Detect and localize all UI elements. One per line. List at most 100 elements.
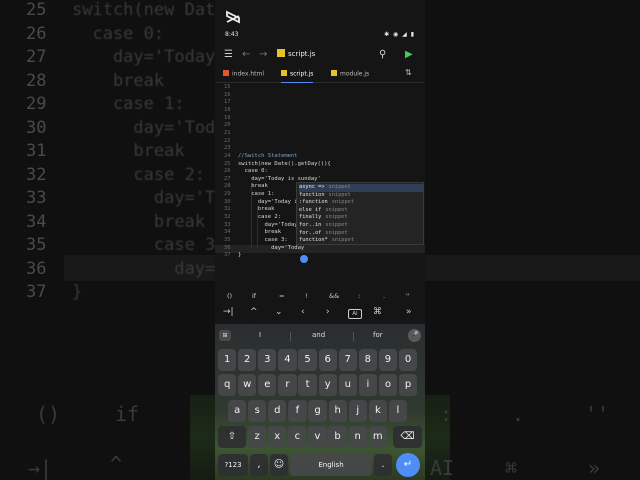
autocomplete-item[interactable]: for..in snippet <box>299 222 423 230</box>
letter-key[interactable]: u <box>338 374 357 396</box>
letter-key[interactable]: m <box>368 426 387 448</box>
symbol-key[interactable]: . <box>383 292 385 300</box>
nav-key[interactable]: →| <box>223 307 234 317</box>
autocomplete-detail: snippet <box>325 214 348 221</box>
number-key[interactable]: 9 <box>378 349 398 371</box>
letter-key[interactable]: o <box>378 374 398 396</box>
nav-key[interactable]: ‹ <box>301 307 305 317</box>
letter-key[interactable]: q <box>218 374 237 396</box>
letter-key[interactable]: l <box>388 400 408 422</box>
symbol-key[interactable]: = <box>279 292 284 300</box>
letter-key[interactable]: a <box>228 400 247 422</box>
letter-key[interactable]: n <box>348 426 367 448</box>
letter-key[interactable]: c <box>288 426 307 448</box>
number-key[interactable]: 5 <box>298 349 317 371</box>
suggestion[interactable]: and <box>312 331 325 339</box>
nav-key[interactable]: › <box>326 307 330 317</box>
status-time: 8:43 <box>225 31 239 38</box>
backspace-key[interactable]: ⌫ <box>393 426 422 448</box>
letter-key[interactable]: k <box>368 400 387 422</box>
letter-key[interactable]: y <box>318 374 337 396</box>
text-cursor-handle[interactable] <box>300 255 308 263</box>
suggestion-strip: ⊞ I and for 🎤 <box>215 328 425 344</box>
code-line: } <box>238 252 242 259</box>
letter-key[interactable]: w <box>238 374 257 396</box>
tab-script-js[interactable]: script.js <box>281 70 314 83</box>
backdrop-line-number: 36 <box>26 258 47 279</box>
symbol-key[interactable]: '' <box>406 292 410 300</box>
suggestion[interactable]: for <box>373 331 383 339</box>
search-icon[interactable]: ⚲ <box>379 48 386 62</box>
letter-key[interactable]: h <box>328 400 347 422</box>
microphone-icon[interactable]: 🎤 <box>408 329 421 342</box>
redo-arrow-icon[interactable]: → <box>259 48 267 62</box>
letter-key[interactable]: b <box>328 426 347 448</box>
letter-key[interactable]: r <box>278 374 297 396</box>
letter-key[interactable]: g <box>308 400 327 422</box>
number-key[interactable]: 3 <box>258 349 277 371</box>
autocomplete-item[interactable]: async => snippet <box>299 184 423 192</box>
letter-key[interactable]: v <box>308 426 327 448</box>
number-key[interactable]: 2 <box>238 349 257 371</box>
symbol-key[interactable]: if <box>252 292 256 300</box>
sort-icon[interactable]: ⇅ <box>405 68 412 77</box>
letter-key[interactable]: x <box>268 426 287 448</box>
autocomplete-item[interactable]: function snippet <box>299 192 423 200</box>
nav-key[interactable]: ⌄ <box>275 307 283 317</box>
suggestion[interactable]: I <box>259 331 261 339</box>
ai-key[interactable]: AI <box>348 309 362 319</box>
letter-key[interactable]: f <box>288 400 307 422</box>
autocomplete-detail: snippet <box>331 199 355 206</box>
autocomplete-item[interactable]: :function snippet <box>299 199 423 207</box>
code-line: day='Today is sunday' <box>238 175 321 182</box>
autocomplete-detail: snippet <box>325 222 348 228</box>
space-bar[interactable]: English <box>290 454 372 476</box>
number-key[interactable]: 8 <box>358 349 377 371</box>
symbol-key[interactable]: () <box>227 292 232 300</box>
period-key[interactable]: . <box>374 454 392 476</box>
symbol-key[interactable]: : <box>358 292 360 300</box>
number-key[interactable]: 0 <box>398 349 418 371</box>
run-icon[interactable]: ▶ <box>405 48 413 62</box>
letter-key[interactable]: p <box>398 374 418 396</box>
shift-key[interactable]: ⇧ <box>218 426 246 448</box>
letter-key[interactable]: e <box>258 374 277 396</box>
letter-key[interactable]: d <box>268 400 287 422</box>
backdrop-line-number: 27 <box>26 47 47 67</box>
autocomplete-item[interactable]: function* snippet <box>299 237 423 245</box>
current-file-title[interactable]: script.js <box>277 49 315 58</box>
backdrop-symbol: if <box>115 402 140 426</box>
number-key[interactable]: 7 <box>338 349 357 371</box>
symbol-key[interactable]: && <box>329 292 339 300</box>
keyboard-menu-icon[interactable]: ⊞ <box>219 330 231 341</box>
undo-arrow-icon[interactable]: ← <box>242 48 250 62</box>
autocomplete-item[interactable]: for..of snippet <box>299 230 423 238</box>
line-number: 17 <box>224 99 231 106</box>
tab-module-js[interactable]: module.js <box>331 70 369 78</box>
letter-key[interactable]: t <box>298 374 317 396</box>
line-number: 19 <box>224 114 231 121</box>
enter-key[interactable]: ↵ <box>396 453 420 477</box>
nav-key[interactable]: ^ <box>250 307 258 317</box>
nav-key[interactable]: ⌘ <box>373 307 382 317</box>
letter-key[interactable]: j <box>348 400 367 422</box>
line-number: 34 <box>224 229 231 236</box>
number-key[interactable]: 6 <box>318 349 337 371</box>
autocomplete-item[interactable]: else if snippet <box>299 207 423 215</box>
autocomplete-label: async => <box>299 184 325 190</box>
autocomplete-item[interactable]: finally snippet <box>299 214 423 222</box>
number-key[interactable]: 1 <box>218 349 237 371</box>
code-line: day='Today <box>238 244 305 251</box>
number-key[interactable]: 4 <box>278 349 297 371</box>
line-number: 27 <box>224 175 231 182</box>
symbol-key[interactable]: ! <box>305 292 308 300</box>
letter-key[interactable]: z <box>248 426 267 448</box>
letter-key[interactable]: i <box>358 374 377 396</box>
nav-key[interactable]: » <box>406 307 412 317</box>
letter-key[interactable]: s <box>248 400 267 422</box>
symbols-key[interactable]: ?123 <box>218 454 248 476</box>
tab-index-html[interactable]: index.html <box>223 70 264 78</box>
menu-icon[interactable]: ☰ <box>224 48 233 62</box>
comma-key[interactable]: , <box>250 454 268 476</box>
emoji-icon[interactable]: ☺ <box>270 454 288 476</box>
